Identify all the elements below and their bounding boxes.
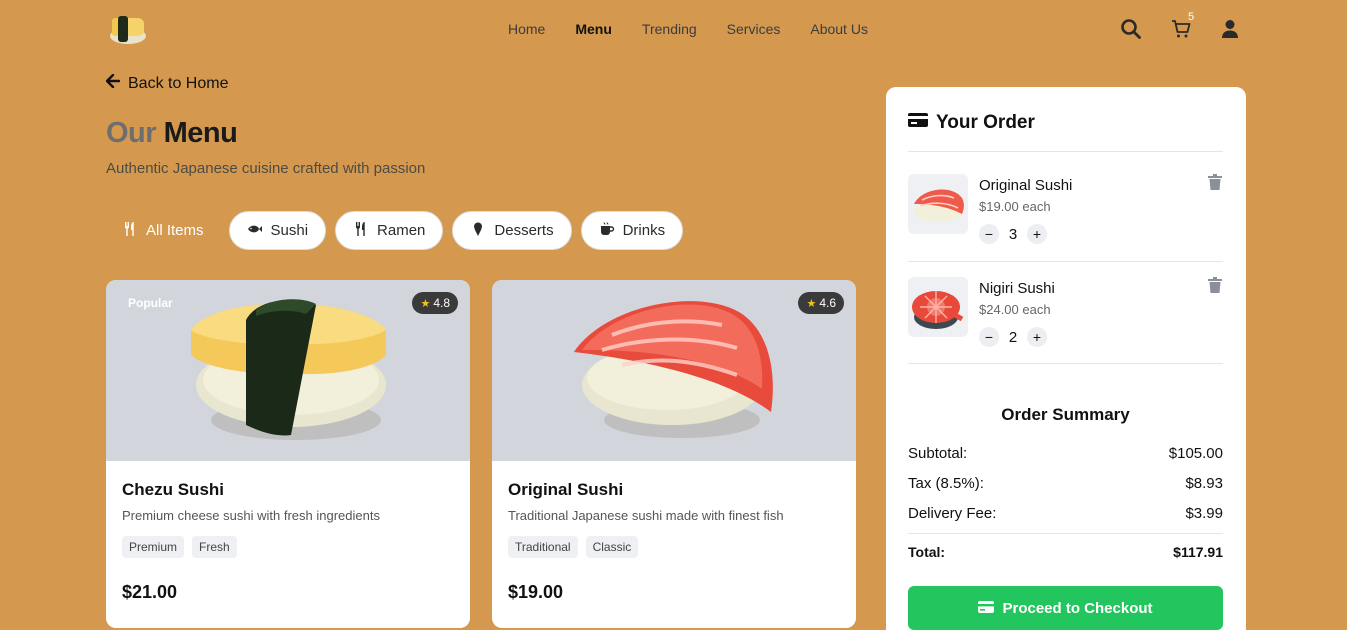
star-icon: ★ bbox=[420, 297, 431, 310]
summary-row-tax: Tax (8.5%): $8.93 bbox=[908, 475, 1223, 492]
total-value: $117.91 bbox=[1173, 544, 1223, 560]
quantity-stepper: − 3 + bbox=[979, 224, 1047, 244]
quantity-value: 3 bbox=[1008, 225, 1018, 243]
quantity-stepper: − 2 + bbox=[979, 327, 1047, 347]
nav-menu[interactable]: Menu bbox=[575, 20, 612, 38]
menu-card-price: $19.00 bbox=[508, 582, 564, 602]
tag: Fresh bbox=[192, 536, 237, 558]
summary-value: $8.93 bbox=[1185, 475, 1223, 492]
filter-desserts[interactable]: Desserts bbox=[452, 211, 572, 250]
filter-sushi-label: Sushi bbox=[270, 222, 309, 239]
utensils-icon bbox=[353, 221, 369, 241]
nav-services[interactable]: Services bbox=[727, 20, 781, 38]
order-item: Nigiri Sushi $24.00 each − 2 + bbox=[908, 277, 1223, 347]
menu-card[interactable]: ★ 4.6 Original Sushi Traditional Japanes… bbox=[492, 280, 856, 628]
menu-card[interactable]: Popular ★ 4.8 Chezu Sushi Premium cheese… bbox=[106, 280, 470, 628]
tag: Premium bbox=[122, 536, 185, 558]
proceed-to-checkout-button[interactable]: Proceed to Checkout bbox=[908, 586, 1223, 630]
search-icon[interactable] bbox=[1120, 18, 1142, 40]
summary-label: Subtotal: bbox=[908, 445, 968, 462]
filter-drinks-label: Drinks bbox=[622, 222, 666, 239]
tag: Traditional bbox=[508, 536, 578, 558]
decrease-quantity-button[interactable]: − bbox=[979, 327, 999, 347]
total-label: Total: bbox=[908, 544, 946, 560]
order-item-unit-price: $24.00 each bbox=[979, 302, 1051, 317]
menu-card-description: Premium cheese sushi with fresh ingredie… bbox=[122, 508, 380, 523]
rating-value: 4.8 bbox=[433, 296, 450, 310]
popular-badge: Popular bbox=[128, 296, 173, 310]
utensils-icon bbox=[122, 221, 138, 241]
trash-icon[interactable] bbox=[1208, 174, 1222, 190]
nav-home[interactable]: Home bbox=[508, 20, 545, 38]
header-actions: 5 bbox=[1120, 11, 1250, 42]
filter-all-items[interactable]: All Items bbox=[106, 211, 220, 250]
tag: Classic bbox=[585, 536, 639, 558]
order-item: Original Sushi $19.00 each − 3 + bbox=[908, 174, 1223, 244]
nav-trending[interactable]: Trending bbox=[642, 20, 697, 38]
menu-card-image: Popular ★ 4.8 bbox=[106, 280, 470, 461]
menu-card-description: Traditional Japanese sushi made with fin… bbox=[508, 508, 784, 523]
credit-card-icon bbox=[978, 600, 995, 617]
page-title-muted: Our bbox=[106, 117, 157, 149]
filter-drinks[interactable]: Drinks bbox=[580, 211, 684, 250]
logo[interactable] bbox=[106, 12, 148, 46]
main-nav: Home Menu Trending Services About Us bbox=[508, 20, 898, 38]
user-icon[interactable] bbox=[1219, 18, 1241, 40]
summary-row-delivery-fee: Delivery Fee: $3.99 bbox=[908, 505, 1223, 522]
back-to-home-link[interactable]: Back to Home bbox=[105, 73, 229, 93]
menu-card-tags: Traditional Classic bbox=[508, 536, 639, 558]
menu-card-name: Chezu Sushi bbox=[122, 480, 225, 499]
star-icon: ★ bbox=[806, 297, 817, 310]
divider bbox=[908, 363, 1223, 364]
back-to-home-label: Back to Home bbox=[128, 74, 229, 92]
nav-about-us[interactable]: About Us bbox=[810, 20, 868, 38]
ice-cream-icon bbox=[470, 221, 486, 241]
filter-desserts-label: Desserts bbox=[494, 222, 554, 239]
filter-all-items-label: All Items bbox=[146, 222, 204, 239]
arrow-left-icon bbox=[105, 73, 121, 93]
summary-value: $3.99 bbox=[1185, 505, 1223, 522]
increase-quantity-button[interactable]: + bbox=[1027, 327, 1047, 347]
filter-ramen[interactable]: Ramen bbox=[335, 211, 444, 250]
divider bbox=[908, 261, 1223, 262]
page-title: Our Menu bbox=[106, 117, 238, 150]
credit-card-icon bbox=[908, 112, 928, 134]
rating-badge: ★ 4.8 bbox=[412, 292, 458, 314]
summary-label: Delivery Fee: bbox=[908, 505, 997, 522]
category-filters: All Items Sushi Ramen Desserts Drinks bbox=[106, 211, 684, 250]
trash-icon[interactable] bbox=[1208, 277, 1222, 293]
menu-card-image: ★ 4.6 bbox=[492, 280, 856, 461]
order-item-name: Nigiri Sushi bbox=[979, 280, 1055, 297]
quantity-value: 2 bbox=[1008, 328, 1018, 346]
order-item-thumbnail bbox=[908, 277, 968, 337]
order-title: Your Order bbox=[936, 112, 1035, 133]
page-title-main: Menu bbox=[163, 117, 238, 149]
decrease-quantity-button[interactable]: − bbox=[979, 224, 999, 244]
order-panel: Your Order Original Sushi $19.00 each − … bbox=[886, 87, 1246, 630]
rating-badge: ★ 4.6 bbox=[798, 292, 844, 314]
order-summary-title: Order Summary bbox=[1001, 405, 1130, 424]
order-heading: Your Order bbox=[908, 112, 1035, 134]
increase-quantity-button[interactable]: + bbox=[1027, 224, 1047, 244]
menu-card-price: $21.00 bbox=[122, 582, 178, 602]
mug-icon bbox=[599, 221, 615, 241]
summary-label: Tax (8.5%): bbox=[908, 475, 984, 492]
order-item-unit-price: $19.00 each bbox=[979, 199, 1051, 214]
filter-sushi[interactable]: Sushi bbox=[228, 211, 327, 250]
divider bbox=[908, 533, 1223, 534]
filter-ramen-label: Ramen bbox=[377, 222, 426, 239]
summary-value: $105.00 bbox=[1168, 445, 1223, 462]
divider bbox=[908, 151, 1223, 152]
summary-row-total: Total: $117.91 bbox=[908, 544, 1223, 560]
cart-count-badge: 5 bbox=[1188, 11, 1195, 23]
menu-card-tags: Premium Fresh bbox=[122, 536, 237, 558]
menu-card-name: Original Sushi bbox=[508, 480, 624, 499]
order-item-thumbnail bbox=[908, 174, 968, 234]
checkout-label: Proceed to Checkout bbox=[1002, 599, 1153, 617]
rating-value: 4.6 bbox=[819, 296, 836, 310]
summary-row-subtotal: Subtotal: $105.00 bbox=[908, 445, 1223, 462]
page-subtitle: Authentic Japanese cuisine crafted with … bbox=[106, 160, 426, 177]
fish-icon bbox=[247, 221, 263, 241]
order-item-name: Original Sushi bbox=[979, 177, 1073, 194]
